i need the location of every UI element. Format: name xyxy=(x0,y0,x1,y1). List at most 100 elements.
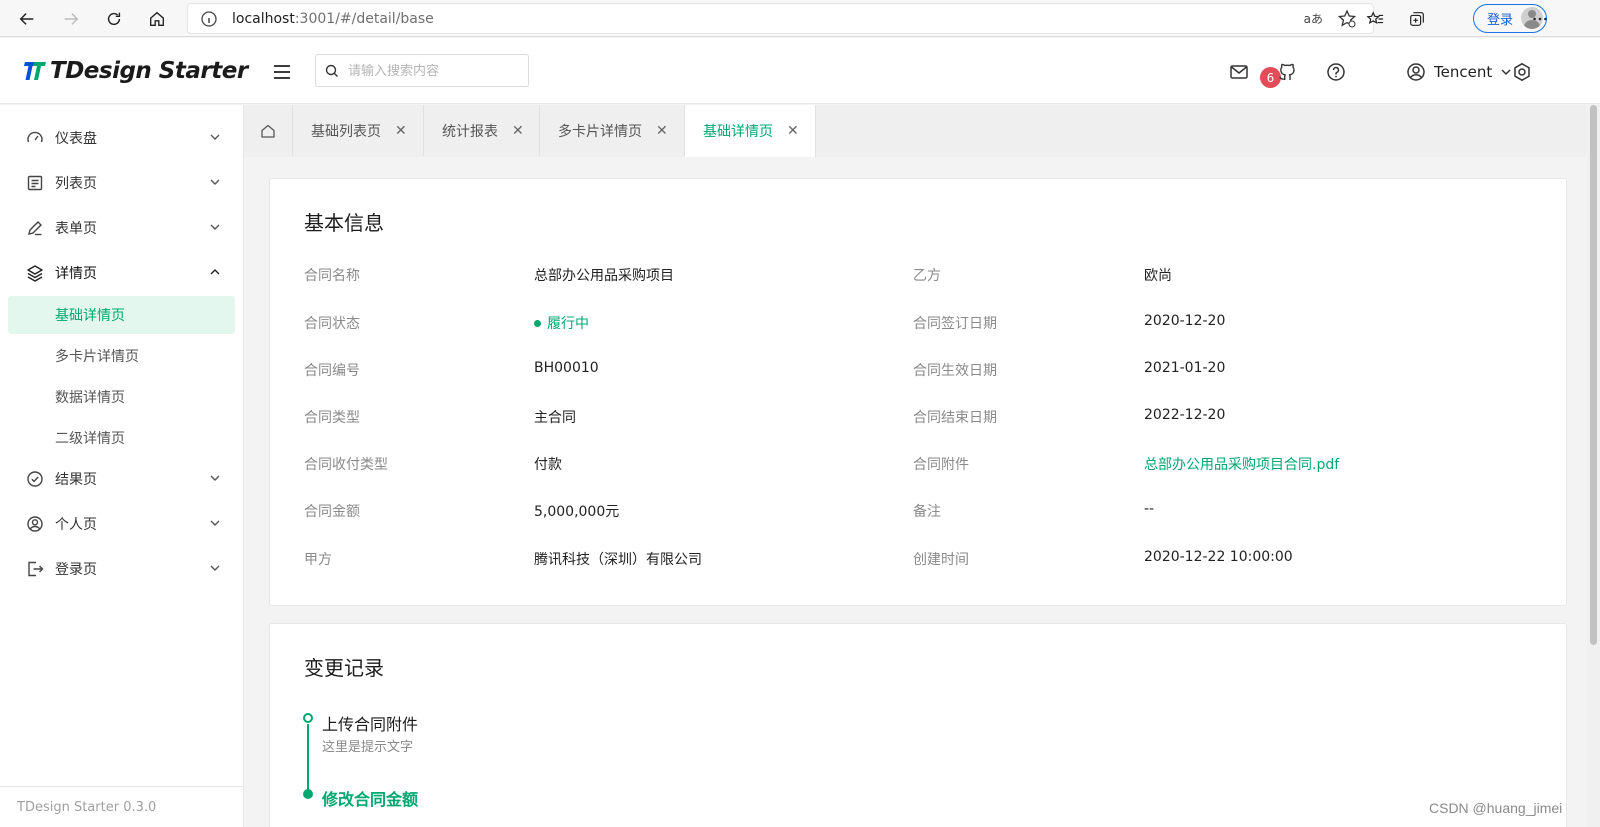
tdesign-logo-icon xyxy=(24,62,46,80)
check-circle-icon xyxy=(25,469,45,489)
sidebar-item-result[interactable]: 结果页 xyxy=(8,457,235,501)
sidebar-item-label: 登录页 xyxy=(55,562,97,578)
timeline-item-title: 修改合同金额 xyxy=(322,790,419,809)
search-box[interactable] xyxy=(315,54,529,87)
tab-label: 基础详情页 xyxy=(703,124,773,140)
favorite-add-icon[interactable] xyxy=(1337,9,1357,29)
tab-statistics-report[interactable]: 统计报表 ✕ xyxy=(424,105,540,156)
card-title: 变更记录 xyxy=(304,656,384,680)
read-aloud-icon[interactable]: aあ xyxy=(1304,10,1323,27)
tab-bar: 基础列表页 ✕ 统计报表 ✕ 多卡片详情页 ✕ 基础详情页 ✕ xyxy=(244,105,1586,157)
collections-icon[interactable] xyxy=(1403,5,1431,33)
field-label: 合同名称 xyxy=(304,268,360,284)
back-icon[interactable] xyxy=(13,5,41,33)
home-icon xyxy=(261,124,275,138)
chevron-down-icon xyxy=(210,179,220,185)
main-content: 基本信息 合同名称 总部办公用品采购项目 合同状态 履行中 合同编号 BH000… xyxy=(244,157,1586,827)
chevron-down-icon xyxy=(210,224,220,230)
reload-icon[interactable] xyxy=(100,5,128,33)
favorites-icon[interactable] xyxy=(1361,5,1389,33)
contract-amount-value: 5,000,000元 xyxy=(534,504,620,520)
tab-base-list[interactable]: 基础列表页 ✕ xyxy=(293,105,424,156)
sidebar-subitem-base-detail[interactable]: 基础详情页 xyxy=(8,296,235,334)
address-bar[interactable]: localhost:3001/#/detail/base aあ xyxy=(187,3,1374,34)
app-header: TDesign Starter 6 Tencent xyxy=(0,38,1600,104)
field-label: 合同状态 xyxy=(304,316,360,332)
chevron-up-icon xyxy=(210,269,220,275)
logout-icon xyxy=(25,559,45,579)
mail-icon[interactable] xyxy=(1227,60,1251,84)
contract-number-value: BH00010 xyxy=(534,360,599,376)
field-label: 合同生效日期 xyxy=(913,363,997,379)
sign-date-value: 2020-12-20 xyxy=(1144,313,1226,329)
payment-type-value: 付款 xyxy=(534,457,562,473)
scrollbar[interactable] xyxy=(1587,105,1600,827)
field-label: 合同附件 xyxy=(913,457,969,473)
sidebar-item-login[interactable]: 登录页 xyxy=(8,547,235,591)
close-icon[interactable]: ✕ xyxy=(395,123,407,139)
scroll-thumb[interactable] xyxy=(1590,105,1597,645)
home-icon[interactable] xyxy=(143,5,171,33)
sidebar-item-label: 个人页 xyxy=(55,517,97,533)
sidebar-item-detail[interactable]: 详情页 xyxy=(8,251,235,295)
contract-name-value: 总部办公用品采购项目 xyxy=(534,268,674,284)
timeline-dot xyxy=(303,713,313,723)
more-icon[interactable] xyxy=(1526,5,1554,33)
chevron-down-icon xyxy=(210,565,220,571)
sidebar-item-label: 仪表盘 xyxy=(55,131,97,147)
sidebar-subitem-multi-card-detail[interactable]: 多卡片详情页 xyxy=(8,337,235,375)
close-icon[interactable]: ✕ xyxy=(787,123,799,139)
close-icon[interactable]: ✕ xyxy=(656,123,668,139)
tab-home[interactable] xyxy=(244,105,293,156)
party-a-value: 腾讯科技（深圳）有限公司 xyxy=(534,552,702,568)
timeline-item-desc: 这里是提示文字 xyxy=(322,740,414,755)
sidebar-item-label: 列表页 xyxy=(55,176,97,192)
layers-icon xyxy=(25,263,45,283)
attachment-link[interactable]: 总部办公用品采购项目合同.pdf xyxy=(1144,454,1339,474)
field-label: 合同结束日期 xyxy=(913,410,997,426)
close-icon[interactable]: ✕ xyxy=(512,123,524,139)
user-menu[interactable]: Tencent xyxy=(1406,58,1512,86)
info-icon[interactable] xyxy=(200,10,218,28)
tab-label: 多卡片详情页 xyxy=(558,123,642,140)
login-label: 登录 xyxy=(1487,13,1514,28)
github-icon[interactable] xyxy=(1275,60,1299,84)
tab-base-detail[interactable]: 基础详情页 ✕ xyxy=(685,105,816,157)
created-time-value: 2020-12-22 10:00:00 xyxy=(1144,549,1293,565)
timeline-dot xyxy=(303,789,313,799)
field-label: 合同编号 xyxy=(304,363,360,379)
sidebar-subitem-secondary-detail[interactable]: 二级详情页 xyxy=(8,419,235,457)
status-dot xyxy=(534,319,541,327)
sidebar-item-list[interactable]: 列表页 xyxy=(8,161,235,205)
search-icon xyxy=(325,64,338,77)
sidebar-item-user[interactable]: 个人页 xyxy=(8,502,235,546)
field-label: 合同收付类型 xyxy=(304,457,388,473)
help-icon[interactable] xyxy=(1324,60,1348,84)
watermark: CSDN @huang_jimei xyxy=(1429,800,1563,816)
sidebar-item-form[interactable]: 表单页 xyxy=(8,206,235,250)
url-text: localhost:3001/#/detail/base xyxy=(232,11,434,27)
version-label: TDesign Starter 0.3.0 xyxy=(0,786,243,827)
menu-fold-icon[interactable] xyxy=(270,60,294,84)
sidebar-item-label: 详情页 xyxy=(55,266,97,282)
settings-icon[interactable] xyxy=(1510,60,1534,84)
dashboard-icon xyxy=(25,128,45,148)
sidebar: 仪表盘 列表页 表单页 详情页 基础详情页 多卡片详情页 数据详情页 二级详情页… xyxy=(0,105,244,827)
logo-text: TDesign Starter xyxy=(50,58,248,84)
sidebar-item-dashboard[interactable]: 仪表盘 xyxy=(8,116,235,160)
effective-date-value: 2021-01-20 xyxy=(1144,360,1226,376)
logo[interactable]: TDesign Starter xyxy=(24,55,248,87)
chevron-down-icon xyxy=(210,475,220,481)
end-date-value: 2022-12-20 xyxy=(1144,407,1226,423)
tab-label: 基础列表页 xyxy=(311,123,381,140)
forward-icon[interactable] xyxy=(57,5,85,33)
list-icon xyxy=(25,173,45,193)
search-input[interactable] xyxy=(348,60,518,82)
field-label: 合同金额 xyxy=(304,504,360,520)
contract-status-value: 履行中 xyxy=(534,313,589,333)
tab-multi-card-detail[interactable]: 多卡片详情页 ✕ xyxy=(540,105,685,156)
change-log-card: 变更记录 上传合同附件 这里是提示文字 修改合同金额 xyxy=(269,623,1567,827)
status-text: 履行中 xyxy=(547,316,589,332)
sidebar-subitem-data-detail[interactable]: 数据详情页 xyxy=(8,378,235,416)
field-label: 合同签订日期 xyxy=(913,316,997,332)
